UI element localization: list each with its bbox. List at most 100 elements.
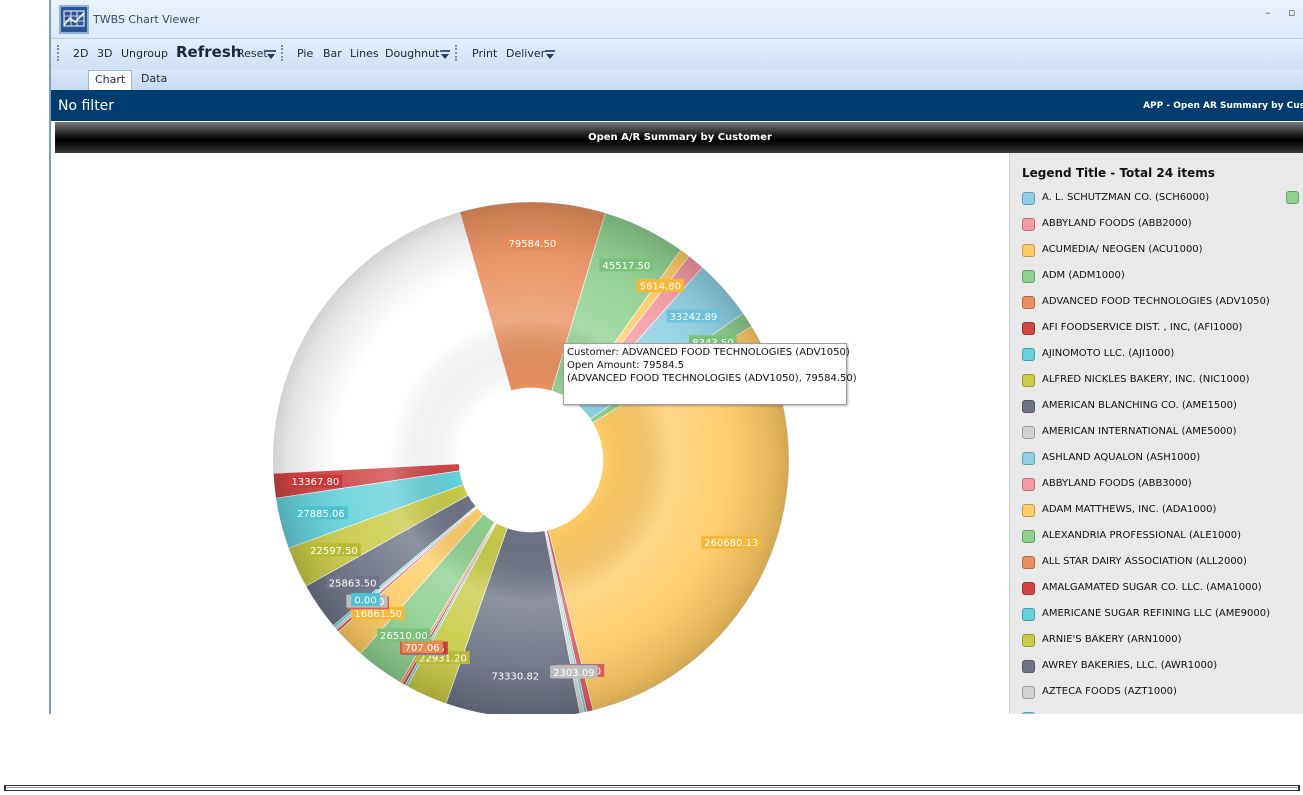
legend-item[interactable]: ADM (ADM1000) — [1022, 267, 1302, 293]
bar-button[interactable]: Bar — [323, 47, 342, 60]
data-label: 26510.00 — [377, 628, 431, 642]
doughnut-chart: 79584.5045517.505614.8033242.898343.5026… — [273, 201, 790, 714]
data-label-text: 0.00 — [354, 595, 376, 606]
legend-item[interactable]: ABBYLAND FOODS (ABB2000) — [1022, 215, 1302, 241]
doughnut-button[interactable]: Doughnut — [385, 47, 439, 60]
legend-item[interactable]: AFI FOODSERVICE DIST. , INC, (AFI1000) — [1022, 319, 1302, 345]
legend-item[interactable]: ARNIE'S BAKERY (ARN1000) — [1022, 631, 1302, 657]
restore-button[interactable]: ▫ — [1288, 6, 1295, 19]
legend-swatch — [1022, 608, 1035, 621]
legend-item[interactable]: ALL STAR DAIRY ASSOCIATION (ALL2000) — [1022, 553, 1302, 579]
doughnut-hole — [459, 388, 603, 532]
legend-label: ABBYLAND FOODS (ABB2000) — [1042, 218, 1192, 229]
legend-label: ALEXANDRIA PROFESSIONAL (ALE1000) — [1042, 530, 1242, 541]
legend-label: ABBYLAND FOODS (ABB3000) — [1042, 478, 1192, 489]
legend-item[interactable]: ALFRED NICKLES BAKERY, INC. (NIC1000) — [1022, 371, 1302, 397]
legend-item[interactable]: ABBYLAND FOODS (ABB3000) — [1022, 475, 1302, 501]
3d-button[interactable]: 3D — [97, 47, 112, 60]
legend-item[interactable]: AWREY BAKERIES, LLC. (AWR1000) — [1022, 657, 1302, 683]
legend-swatch — [1022, 712, 1035, 714]
data-label-text: 79584.50 — [509, 239, 557, 250]
legend-swatch — [1022, 426, 1035, 439]
legend-label: AZTECA FOODS (AZT1000) — [1042, 686, 1177, 697]
chart-area: 79584.5045517.505614.8033242.898343.5026… — [55, 153, 1009, 714]
data-label-text: 13367.80 — [292, 477, 340, 488]
toolbar-overflow-icon[interactable] — [545, 48, 555, 64]
legend-item[interactable]: ADAM MATTHEWS, INC. (ADA1000) — [1022, 501, 1302, 527]
print-button[interactable]: Print — [472, 47, 497, 60]
data-label-text: 16861.50 — [354, 609, 402, 620]
chart-viewer-window: TWBS Chart Viewer – ▫ 2D 3D Ungroup Refr… — [49, 0, 1303, 714]
lines-button[interactable]: Lines — [350, 47, 379, 60]
data-label: 79584.50 — [505, 236, 560, 250]
chart-legend: Legend Title - Total 24 items A. L. SCHU… — [1009, 153, 1303, 714]
legend-swatch — [1022, 348, 1035, 361]
deliver-button[interactable]: Deliver — [506, 47, 545, 60]
reset-button[interactable]: Reset — [237, 47, 268, 60]
legend-item[interactable]: ADVANCED FOOD TECHNOLOGIES (ADV1050) — [1022, 293, 1302, 319]
legend-item[interactable]: A. L. SCHUTZMAN CO. (SCH6000) — [1022, 189, 1302, 215]
legend-label: AJINOMOTO LLC. (AJI1000) — [1042, 348, 1175, 359]
data-label-text: 25863.50 — [329, 579, 377, 590]
data-label-text: 33242.89 — [670, 312, 718, 323]
chart-tooltip: Customer: ADVANCED FOOD TECHNOLOGIES (AD… — [563, 343, 857, 405]
toolbar-grip-icon[interactable] — [281, 45, 286, 61]
toolbar-grip-icon[interactable] — [57, 45, 62, 61]
legend-item[interactable]: ACUMEDIA/ NEOGEN (ACU1000) — [1022, 241, 1302, 267]
data-label: 22597.50 — [307, 543, 361, 557]
legend-label: A. L. SCHUTZMAN CO. (SCH6000) — [1042, 192, 1210, 203]
legend-swatch — [1022, 478, 1035, 491]
refresh-button[interactable]: Refresh — [176, 43, 241, 61]
data-label: 5614.80 — [636, 279, 685, 293]
legend-swatch — [1022, 296, 1035, 309]
toolbar-overflow-icon[interactable] — [266, 48, 276, 64]
data-label: 0.00 — [351, 592, 380, 606]
legend-item[interactable]: AMERICAN BLANCHING CO. (AME1500) — [1022, 397, 1302, 423]
minimize-button[interactable]: – — [1265, 6, 1271, 19]
legend-swatch — [1022, 452, 1035, 465]
toolbar-overflow-icon[interactable] — [440, 48, 450, 64]
data-label-text: 5614.80 — [640, 282, 681, 293]
data-label-text: 27885.06 — [297, 509, 345, 520]
2d-button[interactable]: 2D — [73, 47, 88, 60]
legend-item[interactable] — [1022, 709, 1302, 714]
tooltip-line: Open Amount: 79584.5 — [567, 360, 685, 371]
legend-label: ALFRED NICKLES BAKERY, INC. (NIC1000) — [1042, 374, 1250, 385]
tooltip-line: (ADVANCED FOOD TECHNOLOGIES (ADV1050), 7… — [567, 373, 857, 384]
ungroup-button[interactable]: Ungroup — [121, 47, 168, 60]
legend-item[interactable]: ASHLAND AQUALON (ASH1000) — [1022, 449, 1302, 475]
pie-button[interactable]: Pie — [297, 47, 313, 60]
filter-status: No filter — [58, 98, 115, 114]
legend-label: AMALGAMATED SUGAR CO. LLC. (AMA1000) — [1042, 582, 1262, 593]
data-label: 73330.82 — [488, 669, 543, 683]
title-bar: TWBS Chart Viewer – ▫ — [51, 0, 1303, 39]
data-label-text: 22597.50 — [310, 546, 358, 557]
legend-swatch — [1022, 218, 1035, 231]
legend-item[interactable]: AJINOMOTO LLC. (AJI1000) — [1022, 345, 1302, 371]
tooltip-line: Customer: ADVANCED FOOD TECHNOLOGIES (AD… — [567, 347, 850, 358]
legend-label: ARNIE'S BAKERY (ARN1000) — [1042, 634, 1182, 645]
legend-swatch — [1022, 192, 1035, 205]
legend-label: ACUMEDIA/ NEOGEN (ACU1000) — [1042, 244, 1203, 255]
legend-swatch — [1022, 660, 1035, 673]
legend-item[interactable]: ALEXANDRIA PROFESSIONAL (ALE1000) — [1022, 527, 1302, 553]
data-label: 2303.09 — [550, 665, 598, 679]
view-tabs: Chart Data — [51, 69, 1303, 90]
data-label-text: 260680.13 — [704, 538, 758, 549]
legend-item[interactable]: AMERICANE SUGAR REFINING LLC (AME9000) — [1022, 605, 1302, 631]
data-label: 260680.13 — [701, 535, 762, 549]
data-label: 25863.50 — [325, 576, 380, 590]
toolbar-grip-icon[interactable] — [455, 45, 460, 61]
legend-item[interactable]: AMALGAMATED SUGAR CO. LLC. (AMA1000) — [1022, 579, 1302, 605]
data-label: 707.06 — [401, 640, 443, 654]
legend-swatch — [1022, 556, 1035, 569]
data-label: 33242.89 — [666, 309, 721, 323]
legend-item[interactable]: AZTECA FOODS (AZT1000) — [1022, 683, 1302, 709]
legend-swatch — [1022, 270, 1035, 283]
legend-swatch — [1022, 582, 1035, 595]
data-label: 13367.80 — [288, 474, 343, 488]
tab-data[interactable]: Data — [135, 70, 173, 89]
legend-item[interactable]: AMERICAN INTERNATIONAL (AME5000) — [1022, 423, 1302, 449]
legend-label: ADAM MATTHEWS, INC. (ADA1000) — [1042, 504, 1217, 515]
tab-chart[interactable]: Chart — [88, 70, 133, 90]
